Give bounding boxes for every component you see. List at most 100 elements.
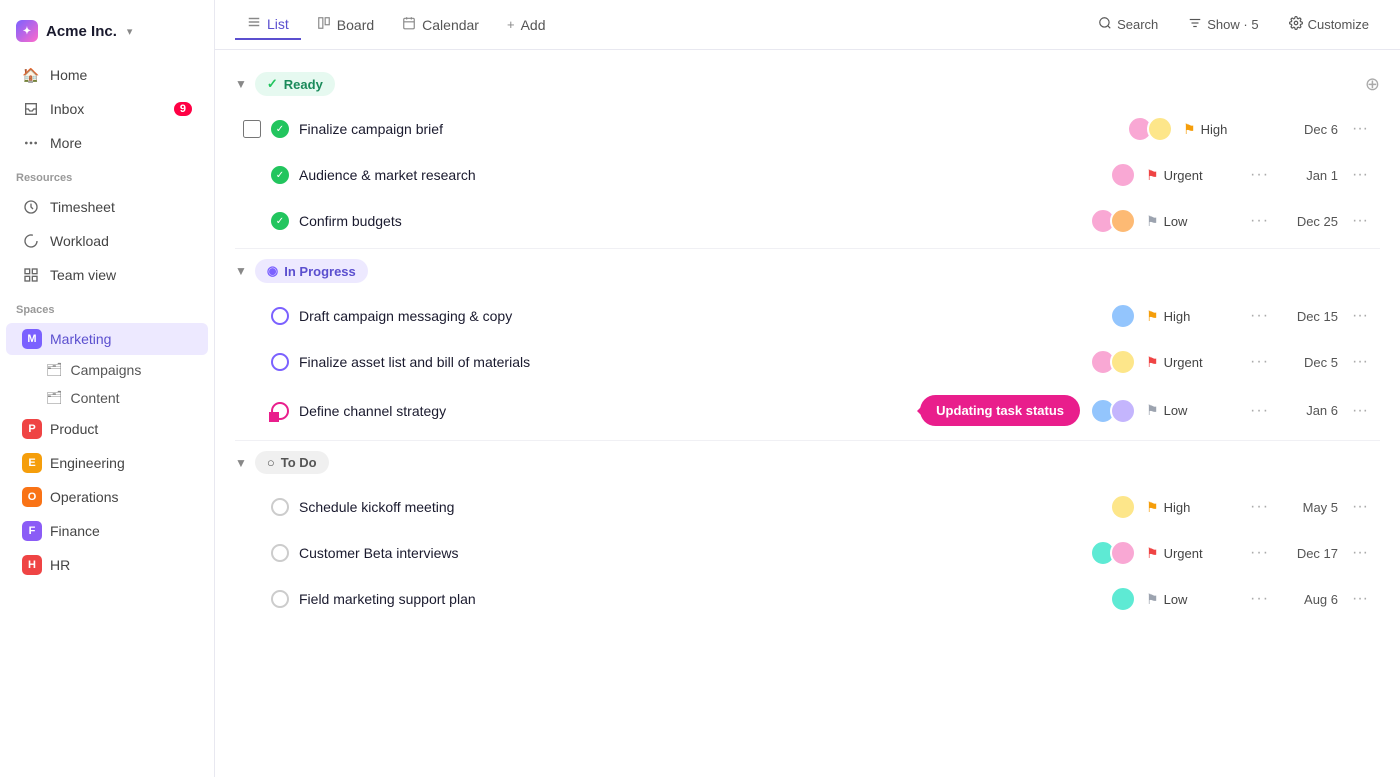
home-icon: 🏠	[22, 66, 40, 84]
table-row[interactable]: Schedule kickoff meeting ⚑ High ··· May …	[235, 484, 1380, 530]
task-checkbox[interactable]	[243, 120, 261, 138]
task-more-button[interactable]: ···	[1348, 402, 1372, 420]
task-name: Finalize campaign brief	[299, 121, 1117, 137]
table-row[interactable]: ✓ Audience & market research ⚑ Urgent ··…	[235, 152, 1380, 198]
priority-label: High	[1164, 309, 1191, 324]
sidebar-item-teamview[interactable]: Team view	[6, 259, 208, 291]
task-more-button[interactable]: ···	[1348, 590, 1372, 608]
sidebar-item-label: Marketing	[50, 331, 111, 347]
task-priority: ⚑ Urgent	[1146, 545, 1236, 562]
task-more-button[interactable]: ···	[1348, 353, 1372, 371]
logo-chevron-icon: ▾	[127, 25, 133, 38]
task-priority-dots[interactable]: ···	[1250, 307, 1269, 325]
task-priority-dots[interactable]: ···	[1250, 402, 1269, 420]
topbar-actions: Search Show · 5 Customize	[1087, 10, 1380, 39]
tab-calendar[interactable]: Calendar	[390, 10, 491, 39]
section-add-button[interactable]: ⊕	[1365, 74, 1380, 95]
task-more-button[interactable]: ···	[1348, 307, 1372, 325]
task-more-button[interactable]: ···	[1348, 166, 1372, 184]
task-more-button[interactable]: ···	[1348, 120, 1372, 138]
sidebar-item-more[interactable]: More	[6, 127, 208, 159]
sidebar-item-product[interactable]: P Product	[6, 413, 208, 445]
logo[interactable]: ✦ Acme Inc. ▾	[0, 12, 214, 58]
sidebar-item-engineering[interactable]: E Engineering	[6, 447, 208, 479]
task-priority-dots[interactable]: ···	[1250, 166, 1269, 184]
sidebar-item-label: Inbox	[50, 101, 84, 117]
table-row[interactable]: Field marketing support plan ⚑ Low ··· A…	[235, 576, 1380, 622]
task-priority-dots[interactable]: ···	[1250, 353, 1269, 371]
chevron-down-icon[interactable]: ▼	[235, 264, 247, 278]
table-row[interactable]: Define channel strategy Updating task st…	[235, 385, 1380, 436]
tab-label: Calendar	[422, 17, 479, 33]
avatar	[1147, 116, 1173, 142]
avatar	[1110, 162, 1136, 188]
tab-list[interactable]: List	[235, 9, 301, 40]
table-row[interactable]: Finalize asset list and bill of material…	[235, 339, 1380, 385]
task-status-icon[interactable]: ✓	[271, 120, 289, 138]
table-row[interactable]: Draft campaign messaging & copy ⚑ High ·…	[235, 293, 1380, 339]
tab-label: Add	[521, 17, 546, 33]
table-row[interactable]: Customer Beta interviews ⚑ Urgent ··· De…	[235, 530, 1380, 576]
sidebar-item-content[interactable]: 🗂 Content	[6, 385, 208, 411]
sidebar-item-timesheet[interactable]: Timesheet	[6, 191, 208, 223]
section-inprogress-header: ▼ ◉ In Progress	[235, 253, 1380, 289]
avatar	[1110, 540, 1136, 566]
task-date: Dec 17	[1283, 546, 1338, 561]
sidebar-item-label: Campaigns	[71, 362, 142, 378]
logo-text: Acme Inc.	[46, 23, 117, 40]
search-label: Search	[1117, 17, 1158, 32]
sidebar-item-hr[interactable]: H HR	[6, 549, 208, 581]
task-avatars	[1110, 586, 1136, 612]
status-badge-ready: ✓ Ready	[255, 72, 335, 96]
sidebar-item-marketing[interactable]: M Marketing	[6, 323, 208, 355]
task-more-button[interactable]: ···	[1348, 498, 1372, 516]
sidebar-item-label: Finance	[50, 523, 100, 539]
task-status-icon[interactable]	[271, 307, 289, 325]
task-priority-dots[interactable]: ···	[1250, 590, 1269, 608]
calendar-icon	[402, 16, 416, 33]
sidebar-item-campaigns[interactable]: 🗂 Campaigns	[6, 357, 208, 383]
timesheet-icon	[22, 198, 40, 216]
space-badge-engineering: E	[22, 453, 42, 473]
task-name: Confirm budgets	[299, 213, 1080, 229]
avatar	[1110, 208, 1136, 234]
customize-button[interactable]: Customize	[1278, 10, 1380, 39]
task-status-icon[interactable]: ✓	[271, 212, 289, 230]
task-date: Dec 5	[1283, 355, 1338, 370]
show-button[interactable]: Show · 5	[1177, 10, 1269, 39]
task-priority: ⚑ Low	[1146, 591, 1236, 608]
task-priority-dots[interactable]: ···	[1250, 498, 1269, 516]
tab-board[interactable]: Board	[305, 10, 386, 39]
task-status-icon[interactable]: ✓	[271, 166, 289, 184]
priority-flag-icon: ⚑	[1146, 213, 1159, 230]
chevron-down-icon[interactable]: ▼	[235, 77, 247, 91]
list-icon	[247, 15, 261, 32]
task-more-button[interactable]: ···	[1348, 544, 1372, 562]
chevron-down-icon[interactable]: ▼	[235, 456, 247, 470]
task-status-icon[interactable]	[271, 402, 289, 420]
task-more-button[interactable]: ···	[1348, 212, 1372, 230]
task-status-icon[interactable]	[271, 498, 289, 516]
task-date: Dec 6	[1283, 122, 1338, 137]
task-status-icon[interactable]	[271, 353, 289, 371]
search-button[interactable]: Search	[1087, 10, 1169, 39]
task-priority-dots[interactable]: ···	[1250, 212, 1269, 230]
task-priority-dots[interactable]: ···	[1250, 544, 1269, 562]
tab-add[interactable]: + Add	[495, 11, 558, 39]
avatar	[1110, 586, 1136, 612]
task-date: Dec 15	[1283, 309, 1338, 324]
task-status-icon[interactable]	[271, 590, 289, 608]
task-avatars	[1110, 162, 1136, 188]
inprogress-icon: ◉	[267, 263, 278, 279]
priority-label: Urgent	[1164, 168, 1203, 183]
sidebar-item-finance[interactable]: F Finance	[6, 515, 208, 547]
table-row[interactable]: ✓ Confirm budgets ⚑ Low ··· Dec 25 ···	[235, 198, 1380, 244]
priority-label: Urgent	[1164, 355, 1203, 370]
sidebar-item-inbox[interactable]: Inbox 9	[6, 93, 208, 125]
sidebar-item-home[interactable]: 🏠 Home	[6, 59, 208, 91]
tab-label: List	[267, 16, 289, 32]
sidebar-item-operations[interactable]: O Operations	[6, 481, 208, 513]
sidebar-item-workload[interactable]: Workload	[6, 225, 208, 257]
task-status-icon[interactable]	[271, 544, 289, 562]
table-row[interactable]: ✓ Finalize campaign brief ⚑ High Dec 6 ·…	[235, 106, 1380, 152]
